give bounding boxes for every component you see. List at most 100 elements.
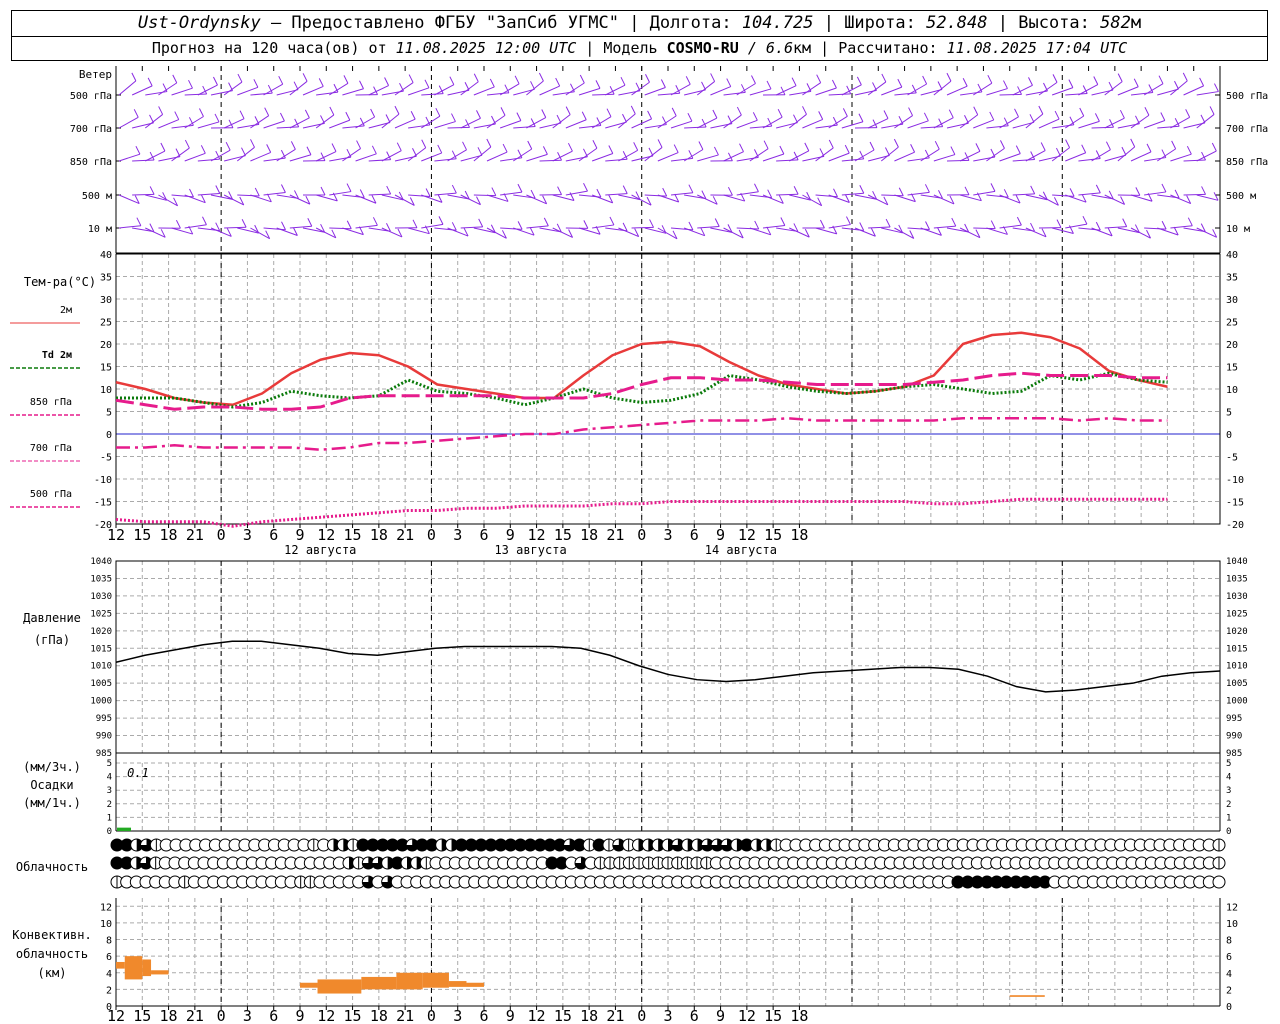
- wind-barb: [960, 194, 982, 202]
- wind-barb-flag: [1038, 105, 1044, 115]
- wind-barb-flag: [1014, 108, 1019, 118]
- temp-ytick-label-right: 5: [1226, 408, 1232, 419]
- wind-barb: [1170, 194, 1191, 205]
- wind-barb: [171, 87, 193, 96]
- wind-barb: [710, 86, 731, 96]
- wind-barb: [920, 126, 943, 129]
- pressure-ytick-label-right: 1020: [1226, 627, 1248, 637]
- wind-barb: [1104, 194, 1125, 205]
- wind-barb-flag: [620, 76, 626, 86]
- wind-barb: [368, 193, 391, 196]
- precip-ytick-label: 2: [107, 800, 112, 810]
- time-tick-label: 3: [453, 526, 462, 544]
- wind-barb-flag: [710, 73, 716, 82]
- wind-barb-flag: [237, 73, 243, 83]
- wind-barb-flag: [160, 142, 166, 152]
- wind-barb-flag: [922, 75, 928, 85]
- wind-barb-flag: [250, 139, 255, 148]
- wind-barb: [802, 82, 821, 96]
- pressure-ytick-label-right: 1005: [1226, 679, 1248, 689]
- wind-barb: [1117, 146, 1136, 162]
- wind-barb-flag: [1082, 215, 1088, 225]
- wind-barb-flag: [777, 108, 783, 118]
- wind-barb: [828, 152, 850, 162]
- time-tick-label: 3: [243, 526, 252, 544]
- wind-barb: [1052, 194, 1075, 197]
- wind-barb: [329, 227, 352, 230]
- wind-barb-flag: [791, 77, 797, 86]
- wind-barb: [697, 117, 718, 129]
- wind-barb: [1157, 125, 1180, 129]
- wind-barb-flag: [606, 108, 612, 117]
- wind-barb-flag: [754, 183, 759, 192]
- conv-bar: [396, 972, 423, 990]
- wind-barb-flag: [306, 146, 312, 155]
- wind-barb: [933, 225, 956, 229]
- wind-barb-flag: [763, 140, 769, 149]
- wind-barb: [1157, 148, 1176, 162]
- wind-barb: [145, 227, 166, 238]
- wind-barb-flag: [910, 144, 916, 153]
- time-tick-label: 0: [427, 526, 436, 544]
- wind-barb-flag: [437, 144, 443, 154]
- temp-ytick-label-right: 10: [1226, 385, 1238, 396]
- wind-barb-flag: [408, 74, 414, 83]
- pressure-ytick-label-right: 995: [1226, 714, 1242, 724]
- wind-barb: [907, 83, 927, 96]
- wind-barb-flag: [1187, 217, 1193, 226]
- wind-barb-flag: [517, 183, 523, 193]
- wind-barb: [302, 85, 324, 96]
- wind-barb-flag: [184, 139, 190, 149]
- conv-bar: [361, 976, 397, 990]
- wind-barb: [184, 116, 204, 129]
- wind-barb-flag: [530, 81, 535, 90]
- wind-barb: [158, 82, 178, 96]
- wind-barb: [815, 147, 834, 162]
- wind-barb-flag: [1146, 143, 1152, 153]
- conv-bar: [317, 979, 362, 994]
- wind-barb: [342, 88, 364, 96]
- wind-barb: [999, 116, 1019, 129]
- wind-barb-flag: [557, 152, 563, 161]
- pressure-ytick-label: 1005: [90, 679, 112, 689]
- conv-ylabel: (км): [38, 966, 67, 980]
- time-tick-label: 12: [738, 526, 756, 544]
- wind-barb: [434, 192, 457, 196]
- wind-barb-flag: [356, 140, 362, 149]
- wind-barb: [736, 227, 759, 230]
- wind-barb-flag: [845, 216, 851, 225]
- wind-barb: [591, 153, 613, 162]
- wind-barb-flag: [649, 219, 655, 228]
- wind-barb: [499, 120, 522, 129]
- conv-ytick-label-right: 12: [1226, 902, 1238, 913]
- wind-barb: [132, 159, 155, 162]
- wind-barb-flag: [477, 147, 483, 156]
- wind-barb-flag: [1094, 113, 1100, 122]
- temp-legend-label: Td 2м: [42, 350, 72, 361]
- wind-barb-flag: [767, 189, 773, 198]
- wind-barb-flag: [131, 72, 137, 82]
- wind-barb: [171, 147, 190, 162]
- wind-barb: [552, 150, 573, 162]
- wind-barb: [1012, 193, 1035, 196]
- wind-level-label-right: 10 м: [1226, 224, 1250, 235]
- wind-barb: [854, 149, 875, 162]
- precip-ytick-label: 5: [107, 759, 112, 769]
- wind-barb-flag: [307, 218, 313, 227]
- wind-barb-flag: [1182, 72, 1188, 82]
- pressure-ytick-label-right: 1025: [1226, 609, 1248, 619]
- pressure-ytick-label-right: 1015: [1226, 644, 1248, 654]
- wind-barb-flag: [662, 187, 668, 197]
- wind-barb: [815, 124, 838, 129]
- wind-barb: [933, 194, 955, 205]
- wind-barb-flag: [370, 108, 376, 118]
- wind-barb-flag: [1121, 146, 1127, 156]
- wind-barb: [762, 153, 785, 162]
- time-tick-label: 9: [295, 526, 304, 544]
- wind-barb-flag: [714, 218, 720, 227]
- wind-barb: [578, 87, 601, 96]
- wind-barb: [355, 116, 375, 129]
- wind-barb: [946, 159, 970, 162]
- conv-title: Конвективн.: [12, 928, 91, 942]
- wind-barb: [776, 193, 799, 196]
